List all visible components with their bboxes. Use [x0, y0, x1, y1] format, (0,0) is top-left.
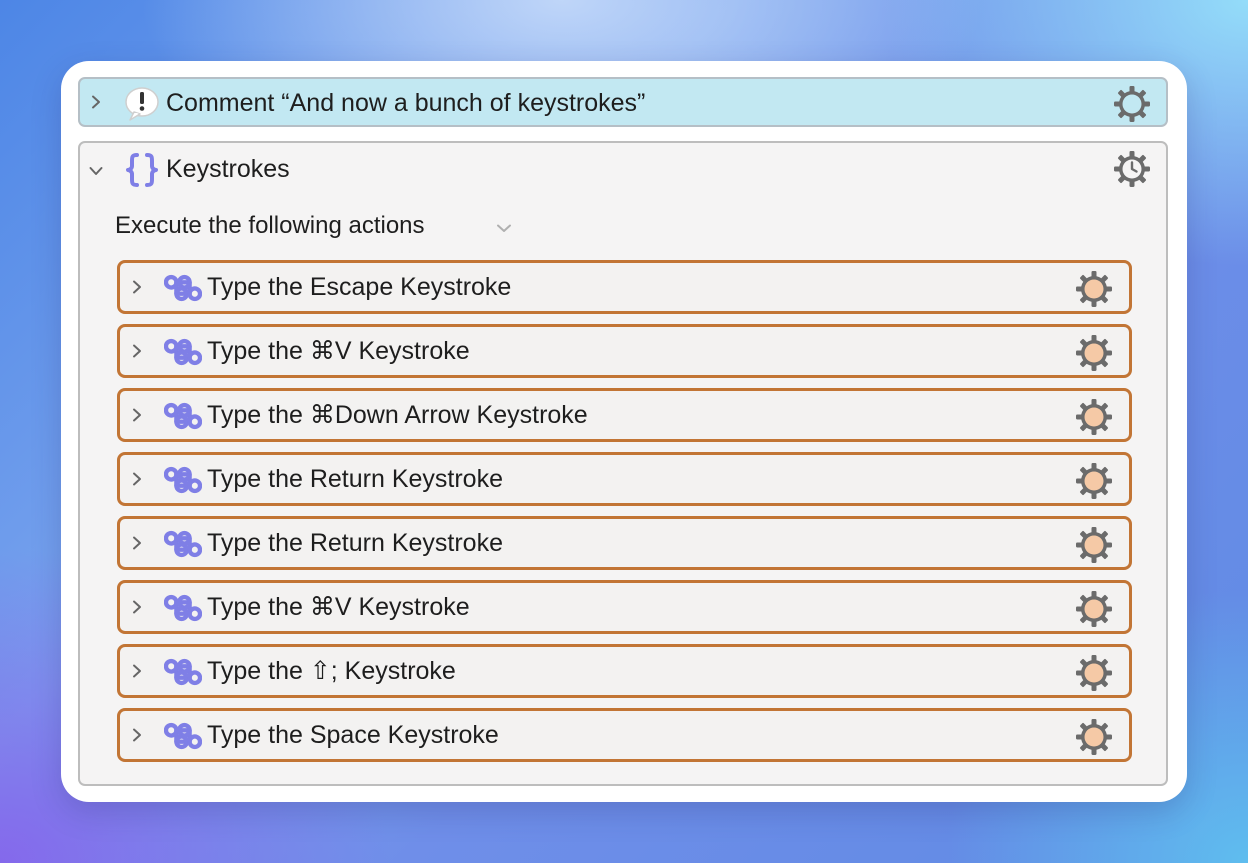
chevron-right-icon[interactable] [130, 472, 144, 486]
keystroke-action[interactable]: Type the ⌘V Keystroke [117, 324, 1132, 378]
comment-title: Comment “And now a bunch of keystrokes” [166, 89, 646, 117]
chevron-right-icon[interactable] [130, 664, 144, 678]
action-title: Type the ⌘V Keystroke [207, 337, 470, 365]
chevron-right-icon[interactable] [130, 536, 144, 550]
action-title: Type the ⇧; Keystroke [207, 657, 456, 685]
chevron-right-icon[interactable] [130, 344, 144, 358]
keystroke-action[interactable]: Type the ⌘V Keystroke [117, 580, 1132, 634]
chevron-right-icon[interactable] [130, 408, 144, 422]
gear-icon[interactable] [1074, 589, 1114, 629]
gear-icon[interactable] [1112, 84, 1152, 124]
gear-icon[interactable] [1074, 653, 1114, 693]
gear-clock-icon[interactable] [1112, 149, 1152, 189]
keystroke-action[interactable]: Type the ⌘Down Arrow Keystroke [117, 388, 1132, 442]
chevron-right-icon[interactable] [130, 280, 144, 294]
keystroke-action[interactable]: Type the Return Keystroke [117, 516, 1132, 570]
keystroke-action[interactable]: Type the ⇧; Keystroke [117, 644, 1132, 698]
command-key-icon [164, 399, 202, 433]
gear-icon[interactable] [1074, 397, 1114, 437]
group-title: Keystrokes [166, 155, 290, 183]
command-key-icon [164, 655, 202, 689]
gear-icon[interactable] [1074, 269, 1114, 309]
comment-bubble-icon [122, 85, 162, 123]
gear-icon[interactable] [1074, 717, 1114, 757]
keystroke-action[interactable]: Type the Escape Keystroke [117, 260, 1132, 314]
execute-mode-label[interactable]: Execute the following actions [115, 211, 425, 241]
action-title: Type the ⌘Down Arrow Keystroke [207, 401, 588, 429]
gear-icon[interactable] [1074, 525, 1114, 565]
keystroke-action[interactable]: Type the Space Keystroke [117, 708, 1132, 762]
command-key-icon [164, 719, 202, 753]
action-title: Type the Space Keystroke [207, 721, 499, 749]
action-title: Type the Return Keystroke [207, 465, 503, 493]
command-key-icon [164, 591, 202, 625]
command-key-icon [164, 335, 202, 369]
gear-icon[interactable] [1074, 461, 1114, 501]
chevron-down-icon[interactable] [493, 217, 515, 239]
macro-editor-panel: Comment “And now a bunch of keystrokes” [61, 61, 1187, 802]
chevron-right-icon[interactable] [130, 728, 144, 742]
command-key-icon [164, 527, 202, 561]
command-key-icon [164, 463, 202, 497]
action-title: Type the Escape Keystroke [207, 273, 512, 301]
command-key-icon [164, 271, 202, 305]
comment-action[interactable]: Comment “And now a bunch of keystrokes” [78, 77, 1168, 127]
keystroke-action[interactable]: Type the Return Keystroke [117, 452, 1132, 506]
action-title: Type the ⌘V Keystroke [207, 593, 470, 621]
gear-icon[interactable] [1074, 333, 1114, 373]
chevron-down-icon[interactable] [89, 164, 103, 178]
chevron-right-icon[interactable] [130, 600, 144, 614]
chevron-right-icon[interactable] [89, 95, 103, 109]
curly-braces-icon [123, 151, 161, 189]
action-title: Type the Return Keystroke [207, 529, 503, 557]
keystrokes-group-action[interactable]: Keystrokes Execute the following actions… [78, 141, 1168, 786]
